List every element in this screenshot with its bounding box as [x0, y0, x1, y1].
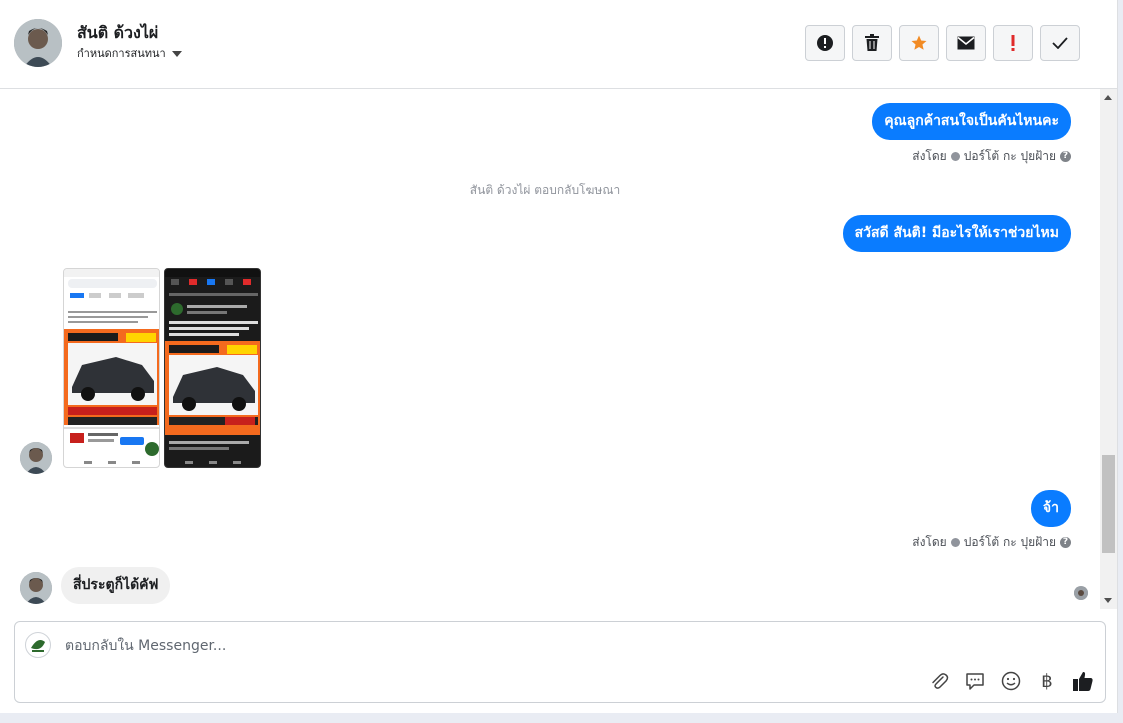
screenshot-attachment-2[interactable] [164, 268, 261, 468]
help-icon[interactable]: ? [1060, 537, 1071, 548]
contact-avatar-small[interactable] [20, 572, 52, 604]
speech-bubble-icon [966, 673, 984, 690]
incoming-message[interactable]: สี่ประตูก็ได้คัฟ [61, 567, 171, 604]
like-button[interactable] [1071, 669, 1095, 693]
baht-icon: ฿ [1041, 670, 1053, 692]
sent-by-agent[interactable]: ปอร์โต้ กะ ปุยฝ้าย [964, 533, 1056, 552]
help-icon[interactable]: ? [1060, 151, 1071, 162]
scroll-down-arrow-icon[interactable] [1104, 598, 1112, 603]
check-icon [1052, 37, 1068, 49]
paperclip-icon [932, 673, 949, 689]
saved-replies-button[interactable] [963, 669, 987, 693]
assign-conversation-label: กำหนดการสนทนา [77, 47, 166, 60]
screenshot-attachment-1[interactable] [63, 268, 160, 468]
outgoing-message[interactable]: จ้า [1030, 490, 1071, 527]
composer-toolbar: ฿ [927, 669, 1095, 693]
conversation-toolbar [805, 25, 1080, 61]
verified-check-icon [950, 538, 960, 547]
delete-button[interactable] [852, 25, 892, 61]
conversation-header: สันติ ด้วงไผ่ กำหนดการสนทนา [0, 0, 1117, 89]
sent-by-prefix: ส่งโดย [912, 149, 947, 163]
message-scrollbar[interactable] [1100, 89, 1117, 609]
thumbs-up-icon [1073, 671, 1093, 691]
sent-by-label: ส่งโดย ปอร์โต้ กะ ปุยฝ้าย ? [912, 533, 1071, 552]
sent-by-prefix: ส่งโดย [912, 535, 947, 549]
star-button[interactable] [899, 25, 939, 61]
sent-by-agent[interactable]: ปอร์โต้ กะ ปุยฝ้าย [964, 147, 1056, 166]
attach-button[interactable] [927, 669, 951, 693]
envelope-icon [957, 36, 975, 50]
page-avatar [25, 632, 51, 658]
report-button[interactable] [805, 25, 845, 61]
trash-icon [865, 34, 879, 51]
star-icon [911, 35, 927, 50]
mark-done-button[interactable] [1040, 25, 1080, 61]
payment-button[interactable]: ฿ [1035, 669, 1059, 693]
report-icon [817, 35, 833, 51]
contact-name: สันติ ด้วงไผ่ [77, 23, 159, 42]
message-composer: ฿ [14, 621, 1106, 703]
mark-spam-button[interactable] [993, 25, 1033, 61]
scroll-thumb[interactable] [1102, 455, 1115, 553]
outgoing-message[interactable]: สวัสดี สันติ! มีอะไรให้เราช่วยไหม [842, 215, 1071, 252]
emoji-button[interactable] [999, 669, 1023, 693]
mark-unread-button[interactable] [946, 25, 986, 61]
message-thread: คุณลูกค้าสนใจเป็นคันไหนคะ ส่งโดย ปอร์โต้… [0, 89, 1100, 609]
smiley-icon [1001, 671, 1021, 691]
caret-down-icon [171, 50, 182, 57]
contact-avatar[interactable] [14, 19, 62, 67]
reply-input[interactable] [63, 634, 927, 658]
sent-by-label: ส่งโดย ปอร์โต้ กะ ปุยฝ้าย ? [912, 147, 1071, 166]
verified-check-icon [950, 152, 960, 161]
scroll-up-arrow-icon[interactable] [1104, 95, 1112, 100]
assign-conversation-dropdown[interactable]: กำหนดการสนทนา [77, 44, 182, 62]
contact-avatar-small[interactable] [20, 442, 52, 474]
conversation-panel: สันติ ด้วงไผ่ กำหนดการสนทนา คุณลูกค้าสนใ… [0, 0, 1118, 713]
outgoing-message[interactable]: คุณลูกค้าสนใจเป็นคันไหนคะ [872, 103, 1071, 140]
seen-receipt-avatar [1074, 586, 1088, 600]
ad-reply-note: สันติ ด้วงไผ่ ตอบกลับโฆษณา [469, 183, 621, 197]
exclamation-icon [1011, 35, 1015, 51]
